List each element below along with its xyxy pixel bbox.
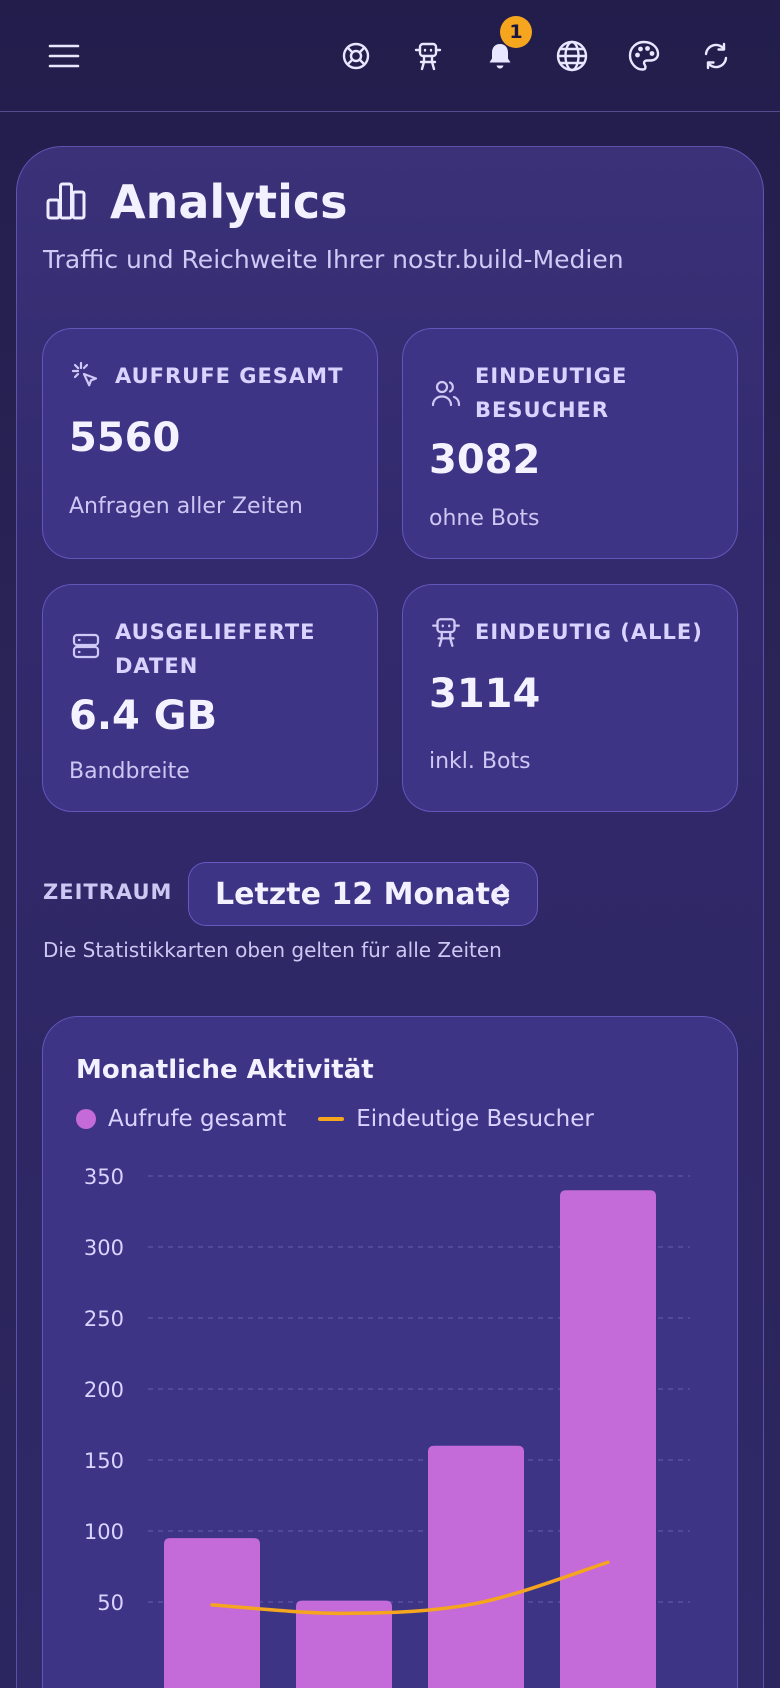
y-tick-label: 150	[84, 1449, 124, 1473]
y-tick-label: 350	[84, 1165, 124, 1189]
chart-bar	[428, 1445, 524, 1688]
chart-bar	[164, 1538, 260, 1688]
y-tick-label: 300	[84, 1236, 124, 1260]
y-tick-label: 100	[84, 1520, 124, 1544]
chart-bar	[560, 1190, 656, 1688]
chart-line-series	[210, 1560, 610, 1616]
y-tick-label: 50	[97, 1591, 124, 1615]
y-tick-label: 200	[84, 1378, 124, 1402]
y-tick-label: 250	[84, 1307, 124, 1331]
monthly-activity-chart: 350 300 250 200 150 100 50	[84, 1165, 690, 1688]
